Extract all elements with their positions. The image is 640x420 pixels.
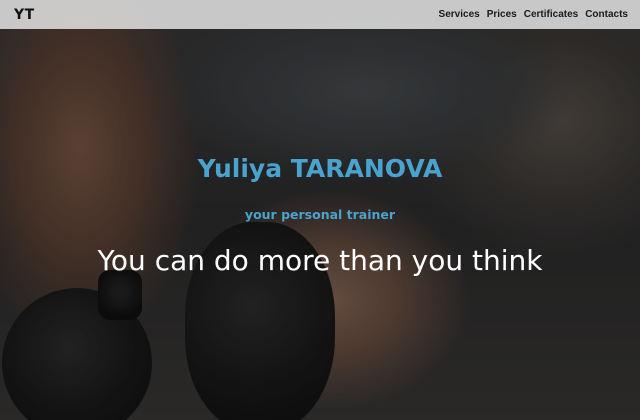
hero-subtitle: your personal trainer xyxy=(244,207,396,222)
landing-page: YT Services Prices Certificates Contacts… xyxy=(0,0,640,420)
nav-link-prices[interactable]: Prices xyxy=(487,9,517,20)
top-navbar: YT Services Prices Certificates Contacts xyxy=(0,0,640,29)
hero-tagline: You can do more than you think xyxy=(97,244,543,277)
nav-link-contacts[interactable]: Contacts xyxy=(585,9,628,20)
hero-trainer-name: Yuliya TARANOVA xyxy=(197,154,443,183)
nav-links: Services Prices Certificates Contacts xyxy=(439,9,628,20)
nav-link-services[interactable]: Services xyxy=(439,9,480,20)
nav-link-certificates[interactable]: Certificates xyxy=(524,9,578,20)
brand-logo[interactable]: YT xyxy=(14,7,35,23)
